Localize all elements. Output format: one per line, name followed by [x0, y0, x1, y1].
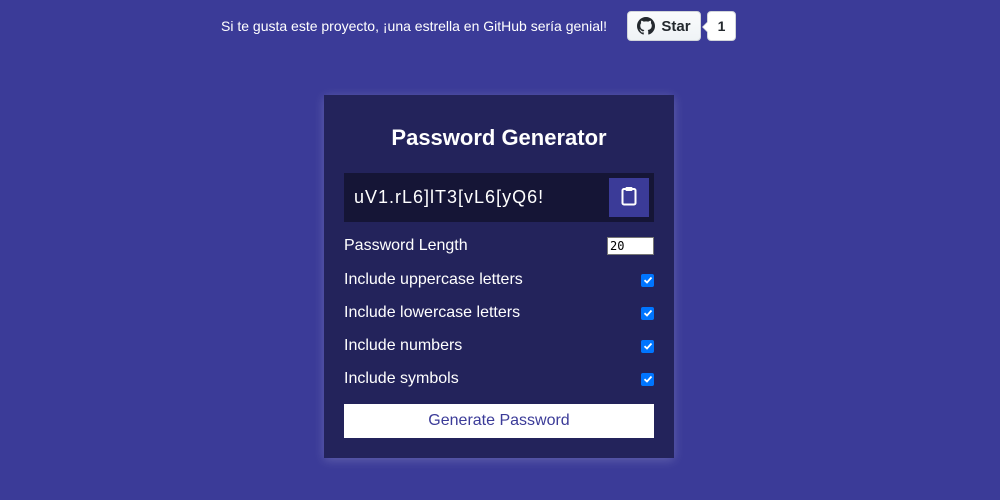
star-count[interactable]: 1: [702, 11, 736, 41]
copy-clipboard-button[interactable]: [609, 178, 649, 217]
generate-password-button[interactable]: Generate Password: [344, 404, 654, 438]
length-label: Password Length: [344, 237, 468, 254]
github-banner: Si te gusta este proyecto, ¡una estrella…: [0, 11, 1000, 41]
clipboard-icon: [621, 186, 637, 209]
symbols-label: Include symbols: [344, 370, 459, 387]
password-result: uV1.rL6]lT3[vL6[yQ6!: [344, 173, 654, 222]
symbols-checkbox[interactable]: [641, 372, 654, 386]
setting-length: Password Length: [344, 236, 654, 256]
star-label: Star: [661, 17, 691, 35]
setting-uppercase: Include uppercase letters: [344, 270, 654, 290]
checkmark-icon: [643, 342, 652, 350]
password-generator-card: Password Generator uV1.rL6]lT3[vL6[yQ6! …: [324, 95, 674, 458]
length-input[interactable]: [607, 237, 654, 255]
setting-numbers: Include numbers: [344, 336, 654, 356]
lowercase-label: Include lowercase letters: [344, 304, 521, 321]
password-output: uV1.rL6]lT3[vL6[yQ6!: [354, 187, 545, 207]
github-star-button[interactable]: Star: [627, 11, 701, 41]
numbers-label: Include numbers: [344, 337, 463, 354]
numbers-checkbox[interactable]: [641, 339, 654, 353]
banner-text: Si te gusta este proyecto, ¡una estrella…: [221, 18, 607, 34]
uppercase-label: Include uppercase letters: [344, 271, 523, 288]
page-title: Password Generator: [391, 125, 607, 150]
github-icon: [637, 17, 656, 35]
uppercase-checkbox[interactable]: [641, 273, 654, 287]
lowercase-checkbox[interactable]: [641, 306, 654, 320]
setting-symbols: Include symbols: [344, 369, 654, 389]
setting-lowercase: Include lowercase letters: [344, 303, 654, 323]
checkmark-icon: [643, 309, 652, 317]
checkmark-icon: [643, 276, 652, 284]
checkmark-icon: [643, 375, 652, 383]
